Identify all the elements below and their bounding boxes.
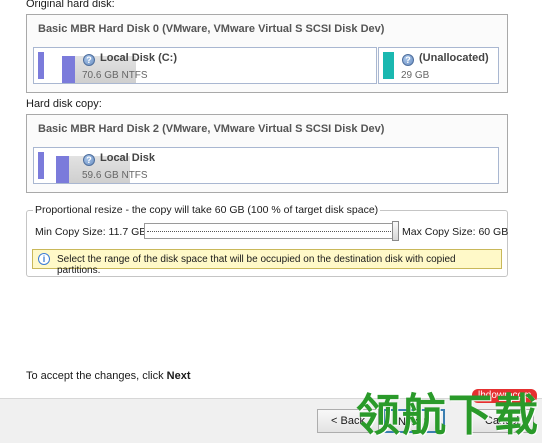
unallocated-size: 29 GB — [401, 70, 430, 81]
watermark-logo: 领航下载 — [356, 390, 540, 441]
copy-disk-title: Basic MBR Hard Disk 2 (VMware, VMware Vi… — [38, 123, 385, 135]
original-disk-panel: Basic MBR Hard Disk 0 (VMware, VMware Vi… — [26, 14, 508, 93]
partition-c-size: 70.6 GB NTFS — [82, 70, 148, 81]
question-disk-icon: ? — [83, 54, 95, 66]
copy-partition-name: Local Disk — [100, 152, 156, 164]
original-disk-label: Original hard disk: — [26, 0, 115, 10]
copy-disk-label: Hard disk copy: — [26, 98, 102, 110]
unallocated-bar[interactable]: ? (Unallocated) 29 GB — [378, 47, 499, 84]
unallocated-name: (Unallocated) — [419, 52, 489, 64]
partition-c-name: Local Disk (C:) — [100, 52, 178, 64]
min-copy-size-label: Min Copy Size: 11.7 GB — [35, 226, 147, 238]
unallocated-block — [383, 52, 394, 79]
slider-handle[interactable] — [392, 221, 399, 241]
info-icon: i — [38, 253, 50, 265]
partition-c-bar[interactable]: ? Local Disk (C:) 70.6 GB NTFS — [33, 47, 377, 84]
max-copy-size-label: Max Copy Size: 60 GB — [402, 226, 509, 238]
resize-legend: Proportional resize - the copy will take… — [33, 204, 381, 216]
question-disk-icon: ? — [83, 154, 95, 166]
original-disk-title: Basic MBR Hard Disk 0 (VMware, VMware Vi… — [38, 23, 385, 35]
accept-prompt: To accept the changes, click Next — [26, 370, 191, 382]
question-disk-icon: ? — [402, 54, 414, 66]
info-message-box: i Select the range of the disk space tha… — [32, 249, 502, 276]
copy-partition-bar[interactable]: ? Local Disk 59.6 GB NTFS — [33, 147, 499, 184]
mbr-block — [38, 152, 44, 179]
next-keyword: Next — [166, 370, 191, 382]
info-text: Select the range of the disk space that … — [57, 254, 456, 276]
copy-partition-size: 59.6 GB NTFS — [82, 170, 148, 181]
copy-size-slider[interactable] — [144, 221, 399, 241]
mbr-block — [38, 52, 44, 79]
copy-disk-panel: Basic MBR Hard Disk 2 (VMware, VMware Vi… — [26, 114, 508, 193]
